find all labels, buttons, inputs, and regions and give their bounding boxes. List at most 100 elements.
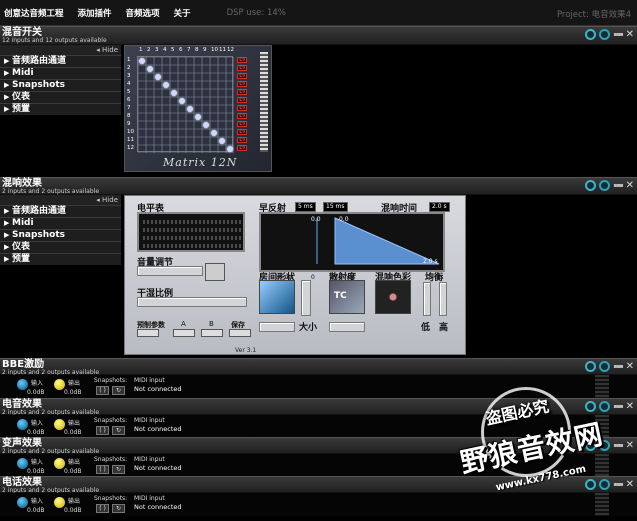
play-icon: ▶: [4, 255, 10, 263]
grip-icon[interactable]: ▪▪▪: [613, 442, 623, 449]
reverb-panel: 电平表 音量调节 干湿比例 预制参数 A B 保存 早反射 5 ms 15 ms…: [124, 195, 466, 355]
row-scrollbar[interactable]: [595, 415, 609, 438]
close-icon[interactable]: ✕: [626, 479, 634, 490]
side-menu-item-midi[interactable]: ▶ Midi: [0, 217, 121, 229]
room-shape-image[interactable]: [259, 280, 295, 314]
volume-knob[interactable]: [205, 263, 225, 281]
plugin-header-4: 电音效果 2 inputs and 2 outputs available ▪▪▪ ✕: [0, 398, 637, 416]
close-icon[interactable]: ✕: [626, 401, 634, 412]
preset-b-label: B: [209, 320, 214, 328]
room-shape-slider[interactable]: [301, 280, 311, 316]
grip-icon[interactable]: ▪▪▪: [613, 31, 623, 38]
power-icon[interactable]: [585, 180, 597, 191]
side-menu-item-meters[interactable]: ▶ 仪表: [0, 241, 121, 253]
row-scrollbar[interactable]: [595, 493, 609, 516]
close-icon[interactable]: ✕: [626, 180, 634, 191]
balance-high-slider[interactable]: [439, 282, 447, 316]
reverb-time-value[interactable]: 2.0 s: [429, 202, 450, 212]
side-menu-item-snapshots[interactable]: ▶ Snapshots: [0, 229, 121, 241]
snapshot-load-button[interactable]: ( ): [96, 504, 109, 513]
side-menu-item-meters[interactable]: ▶ 仪表: [0, 91, 121, 103]
matrix-connection-dot[interactable]: [211, 130, 217, 136]
matrix-connection-dot[interactable]: [195, 114, 201, 120]
plugin-subtitle: 2 inputs and 2 outputs available: [2, 188, 100, 195]
side-menu-item-presets[interactable]: ▶ 预置: [0, 253, 121, 265]
input-value: 0.0dB: [27, 468, 45, 475]
matrix-connection-dot[interactable]: [179, 98, 185, 104]
preset-b-button[interactable]: [201, 329, 223, 337]
midi-input-label: MIDI input: [134, 377, 165, 384]
row-scrollbar[interactable]: [595, 375, 609, 398]
play-icon: ▶: [4, 219, 10, 227]
preset-button[interactable]: [137, 329, 159, 337]
side-menu-item-routing[interactable]: ▶ 音频路由通道: [0, 55, 121, 67]
matrix-connection-dot[interactable]: [147, 66, 153, 72]
side-menu-item-presets[interactable]: ▶ 预置: [0, 103, 121, 115]
bypass-icon[interactable]: [599, 440, 611, 451]
high-label: 高: [439, 323, 449, 333]
bypass-icon[interactable]: [599, 361, 611, 372]
early-reflection-value[interactable]: 5 ms: [295, 202, 316, 212]
matrix-connection-dot[interactable]: [171, 90, 177, 96]
power-icon[interactable]: [585, 440, 597, 451]
midi-input-status: Not connected: [134, 385, 182, 393]
matrix-connection-dot[interactable]: [163, 82, 169, 88]
side-menu-item-routing[interactable]: ▶ 音频路由通道: [0, 205, 121, 217]
menu-item-about[interactable]: 关于: [174, 7, 191, 19]
dry-wet-slider[interactable]: [137, 297, 247, 307]
snapshot-refresh-button[interactable]: ↻: [112, 426, 125, 435]
matrix-connection-dot[interactable]: [203, 122, 209, 128]
balance-low-slider[interactable]: [423, 282, 431, 316]
hide-button[interactable]: ◂ Hide: [0, 45, 121, 55]
matrix-output-indicator: IDX: [237, 89, 247, 95]
diffusion-image[interactable]: TC: [329, 280, 365, 314]
matrix-connection-dot[interactable]: [139, 58, 145, 64]
save-button[interactable]: [229, 329, 251, 337]
power-icon[interactable]: [585, 361, 597, 372]
bypass-icon[interactable]: [599, 401, 611, 412]
power-icon[interactable]: [585, 479, 597, 490]
close-icon[interactable]: ✕: [626, 361, 634, 372]
bypass-icon[interactable]: [599, 29, 611, 40]
snapshot-refresh-button[interactable]: ↻: [112, 504, 125, 513]
matrix-grid[interactable]: [137, 56, 235, 154]
bypass-icon[interactable]: [599, 479, 611, 490]
grip-icon[interactable]: ▪▪▪: [613, 182, 623, 189]
matrix-column-number: 12: [227, 47, 234, 53]
envelope-display[interactable]: 0.0 0.0 2.0 s: [259, 212, 445, 272]
matrix-connection-dot[interactable]: [187, 106, 193, 112]
grip-icon[interactable]: ▪▪▪: [613, 363, 623, 370]
menu-item-add-plugin[interactable]: 添加插件: [78, 7, 112, 19]
plugin-header-mixer: 混音开关 12 inputs and 12 outputs available …: [0, 26, 637, 45]
snapshot-refresh-button[interactable]: ↻: [112, 386, 125, 395]
room-size-slider[interactable]: [259, 322, 295, 332]
snapshot-load-button[interactable]: ( ): [96, 465, 109, 474]
power-icon[interactable]: [585, 401, 597, 412]
grip-icon[interactable]: ▪▪▪: [613, 481, 623, 488]
matrix-output-indicator: IDX: [237, 57, 247, 63]
midi-input-label: MIDI input: [134, 495, 165, 502]
menu-item-audio-options[interactable]: 音频选项: [126, 7, 160, 19]
close-icon[interactable]: ✕: [626, 29, 634, 40]
row-scrollbar[interactable]: [595, 454, 609, 477]
side-menu-item-midi[interactable]: ▶ Midi: [0, 67, 121, 79]
side-menu-item-snapshots[interactable]: ▶ Snapshots: [0, 79, 121, 91]
early-reflection-value-2[interactable]: 15 ms: [323, 202, 348, 212]
power-icon[interactable]: [585, 29, 597, 40]
volume-slider[interactable]: [137, 266, 203, 276]
snapshot-refresh-button[interactable]: ↻: [112, 465, 125, 474]
preset-a-button[interactable]: [173, 329, 195, 337]
grip-icon[interactable]: ▪▪▪: [613, 403, 623, 410]
menu-item-project[interactable]: 创意达音频工程: [4, 7, 64, 19]
matrix-connection-dot[interactable]: [155, 74, 161, 80]
reverb-color-image[interactable]: [375, 280, 411, 314]
matrix-connection-dot[interactable]: [227, 146, 233, 152]
snapshot-load-button[interactable]: ( ): [96, 386, 109, 395]
matrix-connection-dot[interactable]: [219, 138, 225, 144]
midi-input-status: Not connected: [134, 425, 182, 433]
close-icon[interactable]: ✕: [626, 440, 634, 451]
hide-button[interactable]: ◂ Hide: [0, 195, 121, 205]
diffusion-slider[interactable]: [329, 322, 365, 332]
bypass-icon[interactable]: [599, 180, 611, 191]
snapshot-load-button[interactable]: ( ): [96, 426, 109, 435]
